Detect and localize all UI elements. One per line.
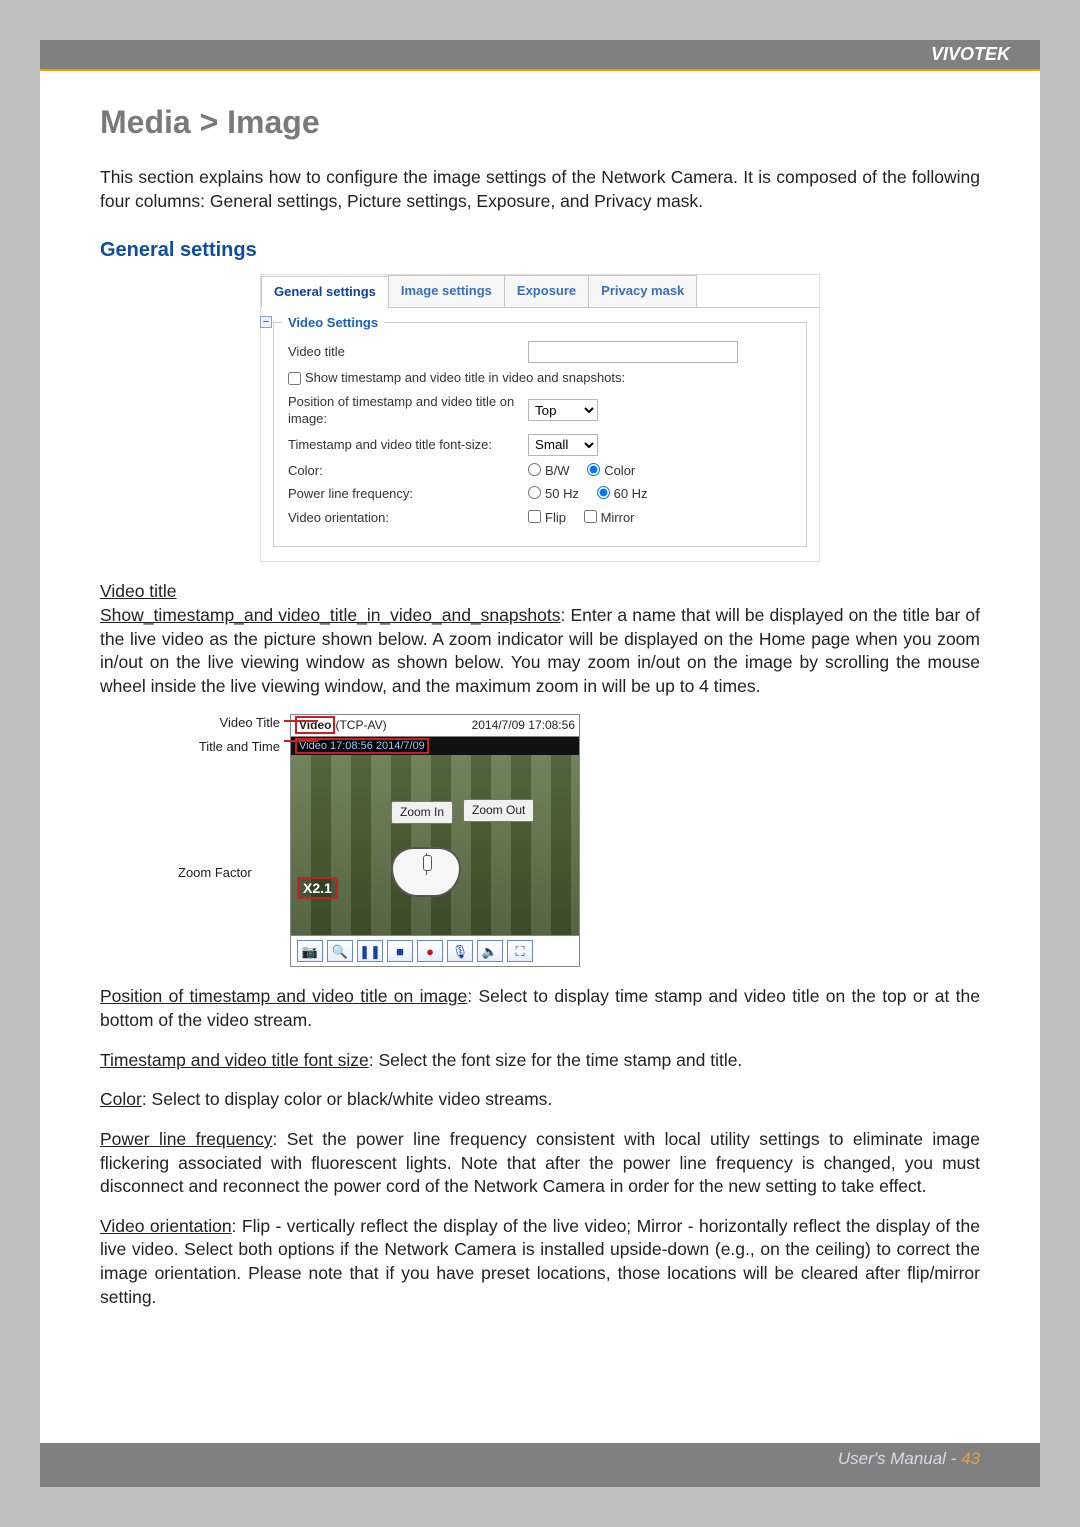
video-body: Zoom In Zoom Out X2.1 (291, 755, 579, 935)
orientation-label: Video orientation: (288, 509, 528, 527)
p-position: Position of timestamp and video title on… (100, 985, 980, 1032)
orient-flip-checkbox[interactable] (528, 510, 541, 523)
video-toolbar: 📷 🔍 ❚❚ ■ ● 🎙 🔈 ⛶ (291, 935, 579, 966)
plf-50-radio[interactable] (528, 486, 541, 499)
footer-prefix: User's Manual - (838, 1449, 961, 1468)
mic-button[interactable]: 🎙 (447, 940, 473, 962)
p6-underline: Video orientation (100, 1216, 232, 1236)
speaker-icon: 🔈 (482, 943, 498, 961)
position-label: Position of timestamp and video title on… (288, 393, 528, 428)
tab-image-settings[interactable]: Image settings (388, 275, 505, 307)
footer-text: User's Manual - 43 (838, 1449, 980, 1469)
color-label: Color: (288, 462, 528, 480)
p6-rest: : Flip - vertically reflect the display … (100, 1216, 980, 1307)
orient-mirror-checkbox[interactable] (584, 510, 597, 523)
orient-flip-text: Flip (545, 510, 566, 525)
tab-bar: General settings Image settings Exposure… (261, 275, 819, 308)
plf-60-option[interactable]: 60 Hz (597, 486, 648, 501)
plf-50-option[interactable]: 50 Hz (528, 486, 579, 501)
callout-line-icon (284, 740, 318, 742)
p-orientation: Video orientation: Flip - vertically ref… (100, 1215, 980, 1310)
callout-line-icon (284, 720, 318, 722)
tab-exposure[interactable]: Exposure (504, 275, 589, 307)
zoom-button[interactable]: 🔍 (327, 940, 353, 962)
p1-underline: Show_timestamp_and video_title_in_video_… (100, 605, 560, 625)
magnifier-icon: 🔍 (332, 943, 348, 961)
video-protocol: (TCP-AV) (335, 718, 386, 732)
show-timestamp-checkbox[interactable] (288, 372, 301, 385)
example-diagram: Video Title Title and Time Zoom Factor V… (160, 714, 630, 967)
video-title-input[interactable] (528, 341, 738, 363)
zoom-out-callout: Zoom Out (463, 799, 534, 821)
general-settings-heading: General settings (100, 237, 980, 264)
record-icon: ● (426, 943, 434, 961)
pause-button[interactable]: ❚❚ (357, 940, 383, 962)
fullscreen-button[interactable]: ⛶ (507, 940, 533, 962)
fontsize-label: Timestamp and video title font-size: (288, 436, 528, 454)
video-title-highlight: Video (295, 716, 335, 734)
mouse-icon (391, 847, 461, 897)
callout-zoom-factor: Zoom Factor (178, 864, 252, 882)
callout-video-title: Video Title (150, 714, 280, 732)
collapse-icon[interactable]: − (260, 316, 272, 328)
stop-icon: ■ (396, 943, 404, 961)
position-select[interactable]: Top (528, 399, 598, 421)
record-button[interactable]: ● (417, 940, 443, 962)
color-bw-option[interactable]: B/W (528, 463, 570, 478)
page-title: Media > Image (100, 101, 980, 144)
pause-icon: ❚❚ (359, 943, 381, 961)
orient-flip-option[interactable]: Flip (528, 510, 566, 525)
color-color-option[interactable]: Color (587, 463, 635, 478)
fieldset-legend: Video Settings (282, 314, 384, 332)
zoom-factor-indicator: X2.1 (297, 877, 338, 900)
zoom-in-callout: Zoom In (391, 801, 453, 823)
show-timestamp-label: Show timestamp and video title in video … (305, 369, 625, 387)
document-page: VIVOTEK Media > Image This section expla… (40, 40, 1040, 1487)
plf-60-radio[interactable] (597, 486, 610, 499)
tab-general-settings[interactable]: General settings (261, 276, 389, 308)
orient-mirror-text: Mirror (601, 510, 635, 525)
plf-50-text: 50 Hz (545, 486, 579, 501)
p-show-timestamp: Show_timestamp_and video_title_in_video_… (100, 604, 980, 699)
color-bw-radio[interactable] (528, 463, 541, 476)
color-bw-text: B/W (545, 463, 570, 478)
video-window-timestamp: 2014/7/09 17:08:56 (472, 717, 575, 733)
video-settings-fieldset: − Video Settings Video title Show timest… (273, 322, 807, 547)
color-color-radio[interactable] (587, 463, 600, 476)
camera-icon: 📷 (302, 943, 318, 961)
p3-underline: Timestamp and video title font size (100, 1050, 369, 1070)
orient-mirror-option[interactable]: Mirror (584, 510, 635, 525)
fullscreen-icon: ⛶ (515, 943, 524, 961)
tab-privacy-mask[interactable]: Privacy mask (588, 275, 697, 307)
video-title-label: Video title (288, 343, 528, 361)
intro-paragraph: This section explains how to configure t… (100, 166, 980, 213)
fontsize-select[interactable]: Small (528, 434, 598, 456)
p-plf: Power line frequency: Set the power line… (100, 1128, 980, 1199)
p-fontsize: Timestamp and video title font size: Sel… (100, 1049, 980, 1073)
p3-rest: : Select the font size for the time stam… (369, 1050, 743, 1070)
speaker-button[interactable]: 🔈 (477, 940, 503, 962)
callout-title-time: Title and Time (150, 738, 280, 756)
brand-header: VIVOTEK (40, 40, 1040, 69)
snapshot-button[interactable]: 📷 (297, 940, 323, 962)
content-area: Media > Image This section explains how … (40, 71, 1040, 1309)
p5-underline: Power line frequency (100, 1129, 272, 1149)
mic-icon: 🎙 (452, 943, 469, 961)
plf-label: Power line frequency: (288, 485, 528, 503)
plf-60-text: 60 Hz (614, 486, 648, 501)
page-number: 43 (961, 1449, 980, 1468)
settings-panel: General settings Image settings Exposure… (260, 274, 820, 562)
p4-underline: Color (100, 1089, 142, 1109)
p2-underline: Position of timestamp and video title on… (100, 986, 467, 1006)
video-window: Video(TCP-AV) 2014/7/09 17:08:56 Video 1… (290, 714, 580, 967)
video-title-subhead: Video title (100, 580, 980, 604)
p-color: Color: Select to display color or black/… (100, 1088, 980, 1112)
color-color-text: Color (604, 463, 635, 478)
p4-rest: : Select to display color or black/white… (142, 1089, 552, 1109)
stop-button[interactable]: ■ (387, 940, 413, 962)
